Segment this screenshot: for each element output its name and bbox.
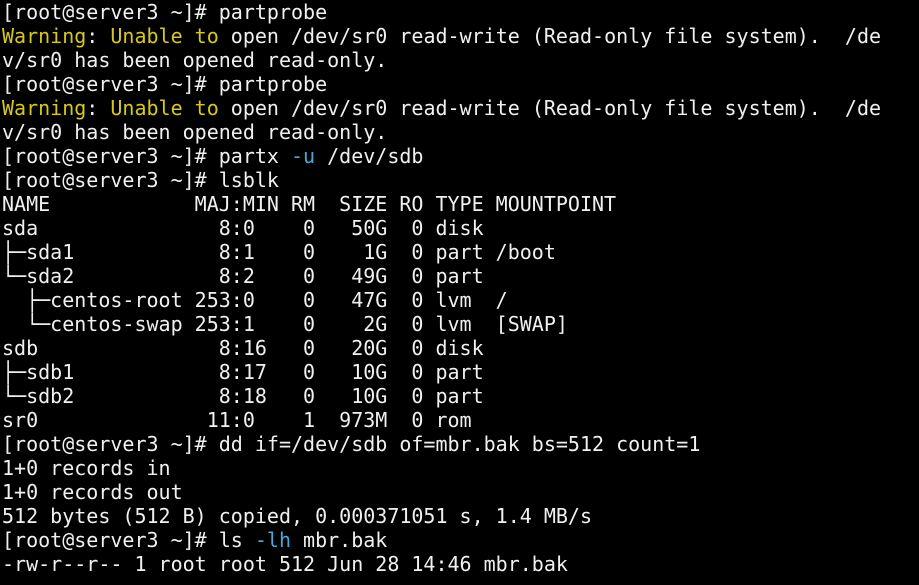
terminal-text: [root@server3 ~]# lsblk <box>2 168 279 192</box>
terminal-text: [root@server3 ~]# ls <box>2 528 255 552</box>
terminal-line: ├─sda1 8:1 0 1G 0 part /boot <box>2 240 919 264</box>
terminal-text: sdb 8:16 0 20G 0 disk <box>2 336 484 360</box>
terminal-line: sda 8:0 0 50G 0 disk <box>2 216 919 240</box>
terminal-text: NAME MAJ:MIN RM SIZE RO TYPE MOUNTPOINT <box>2 192 617 216</box>
terminal-line: [root@server3 ~]# partprobe <box>2 72 919 96</box>
terminal-line: [root@server3 ~]# partprobe <box>2 0 919 24</box>
terminal-line: v/sr0 has been opened read-only. <box>2 48 919 72</box>
terminal-text: 512 bytes (512 B) copied, 0.000371051 s,… <box>2 504 593 528</box>
terminal-text: open /dev/sr0 read-write (Read-only file… <box>218 96 882 120</box>
terminal-line: ├─centos-root 253:0 0 47G 0 lvm / <box>2 288 919 312</box>
terminal-text: └─centos-swap 253:1 0 2G 0 lvm [SWAP] <box>2 312 568 336</box>
terminal-line: [root@server3 ~]# lsblk <box>2 168 919 192</box>
command-option: -u <box>290 144 316 168</box>
terminal-line: Warning: Unable to open /dev/sr0 read-wr… <box>2 96 919 120</box>
terminal-text: ├─sda1 8:1 0 1G 0 part /boot <box>2 240 556 264</box>
terminal-text: /dev/sdb <box>315 144 424 168</box>
terminal-line: ├─sdb1 8:17 0 10G 0 part <box>2 360 919 384</box>
terminal-line-cutoff: [root@server3 ~]# hexdump -C /root/mbr.b… <box>2 576 919 585</box>
terminal-text: [root@server3 ~]# partprobe <box>2 0 328 24</box>
terminal-text: [root@server3 ~]# partx <box>2 144 291 168</box>
warning-text: Unable to <box>110 96 219 120</box>
terminal-text: v/sr0 has been opened read-only. <box>2 48 388 72</box>
terminal-line: v/sr0 has been opened read-only. <box>2 120 919 144</box>
terminal-line: 1+0 records in <box>2 456 919 480</box>
terminal-output[interactable]: [root@server3 ~]# partprobe Warning: Unab… <box>2 0 919 585</box>
terminal-line: └─centos-swap 253:1 0 2G 0 lvm [SWAP] <box>2 312 919 336</box>
terminal-text: sr0 11:0 1 973M 0 rom <box>2 408 472 432</box>
terminal-text: ├─sdb1 8:17 0 10G 0 part <box>2 360 484 384</box>
terminal-line: sdb 8:16 0 20G 0 disk <box>2 336 919 360</box>
terminal-line: [root@server3 ~]# ls -lh mbr.bak <box>2 528 919 552</box>
terminal-text: v/sr0 has been opened read-only. <box>2 120 388 144</box>
terminal-line: └─sda2 8:2 0 49G 0 part <box>2 264 919 288</box>
terminal-text: : <box>86 24 111 48</box>
terminal-line: NAME MAJ:MIN RM SIZE RO TYPE MOUNTPOINT <box>2 192 919 216</box>
warning-text: Unable to <box>110 24 219 48</box>
terminal-text: 1+0 records in <box>2 456 171 480</box>
terminal-text: └─sda2 8:2 0 49G 0 part <box>2 264 484 288</box>
terminal-text: [root@server3 ~]# dd if=/dev/sdb of=mbr.… <box>2 432 701 456</box>
terminal-text: mbr.bak <box>291 528 388 552</box>
terminal-text: └─sdb2 8:18 0 10G 0 part <box>2 384 484 408</box>
terminal-line: [root@server3 ~]# dd if=/dev/sdb of=mbr.… <box>2 432 919 456</box>
terminal-text: [root@server3 ~]# partprobe <box>2 72 328 96</box>
terminal-line: [root@server3 ~]# partx -u /dev/sdb <box>2 144 919 168</box>
terminal-text: : <box>86 96 111 120</box>
terminal-line: 512 bytes (512 B) copied, 0.000371051 s,… <box>2 504 919 528</box>
terminal-line: Warning: Unable to open /dev/sr0 read-wr… <box>2 24 919 48</box>
terminal-line: 1+0 records out <box>2 480 919 504</box>
terminal-line: sr0 11:0 1 973M 0 rom <box>2 408 919 432</box>
terminal-line: └─sdb2 8:18 0 10G 0 part <box>2 384 919 408</box>
terminal-line: -rw-r--r-- 1 root root 512 Jun 28 14:46 … <box>2 552 919 576</box>
command-option: -lh <box>254 528 291 552</box>
terminal-text: sda 8:0 0 50G 0 disk <box>2 216 484 240</box>
terminal-text: 1+0 records out <box>2 480 183 504</box>
terminal-text: -rw-r--r-- 1 root root 512 Jun 28 14:46 … <box>2 552 568 576</box>
terminal-text: ├─centos-root 253:0 0 47G 0 lvm / <box>2 288 508 312</box>
warning-text: Warning <box>2 24 87 48</box>
warning-text: Warning <box>2 96 87 120</box>
terminal-text: open /dev/sr0 read-write (Read-only file… <box>218 24 882 48</box>
